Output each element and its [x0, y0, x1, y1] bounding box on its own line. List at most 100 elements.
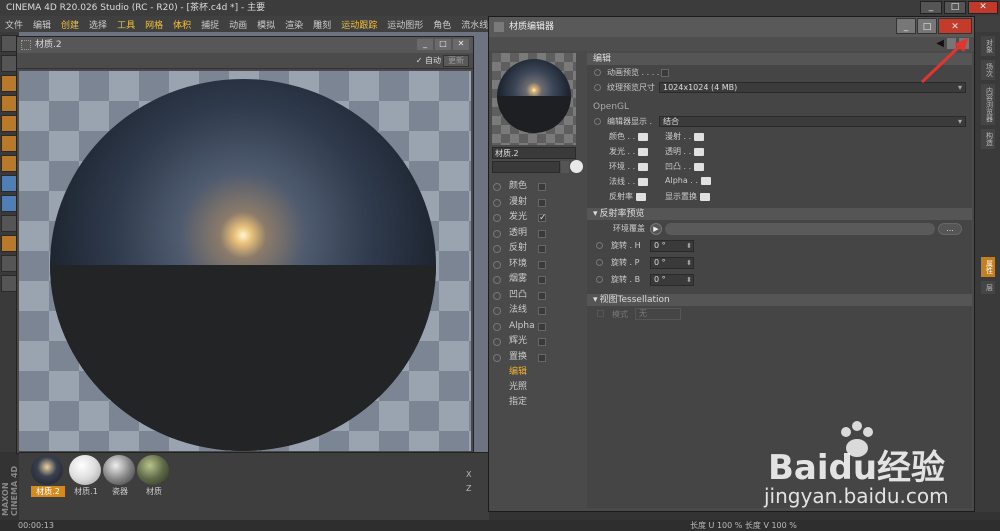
material-item-2[interactable]: 材质.2: [31, 455, 65, 497]
eye-icon[interactable]: [700, 192, 710, 201]
animate-dot-icon[interactable]: [493, 229, 501, 238]
eye-icon[interactable]: [694, 132, 705, 141]
gl-diffusion-toggle[interactable]: 漫射 . .: [665, 131, 705, 142]
channel-checkbox[interactable]: [538, 260, 546, 269]
menu-file[interactable]: 文件: [0, 18, 28, 31]
animate-dot-icon[interactable]: [493, 260, 501, 269]
gl-environment-toggle[interactable]: 环境 . .: [609, 161, 649, 172]
subpage-illumination[interactable]: 光照: [492, 380, 585, 395]
animate-dot-icon[interactable]: [493, 183, 501, 191]
channel-checkbox[interactable]: [538, 211, 547, 227]
eye-icon[interactable]: [694, 162, 705, 171]
environment-override-field[interactable]: [665, 223, 935, 235]
menu-create[interactable]: 创建: [56, 18, 84, 31]
preview-render-area[interactable]: [19, 71, 471, 451]
channel-diffusion[interactable]: 漫射: [492, 195, 585, 211]
editor-maximize-button[interactable]: □: [917, 18, 937, 34]
eye-icon[interactable]: [636, 192, 646, 201]
editor-minimize-button[interactable]: _: [896, 18, 916, 34]
animate-dot-icon[interactable]: [493, 353, 501, 362]
gl-bump-toggle[interactable]: 凹凸 . .: [665, 161, 705, 172]
channel-checkbox[interactable]: [538, 198, 546, 207]
play-icon[interactable]: ▶: [650, 223, 662, 235]
animate-dot-icon[interactable]: [594, 118, 601, 125]
rotation-p-input[interactable]: 0 °: [650, 257, 694, 269]
auto-update-checkbox[interactable]: ✓ 自动: [416, 55, 441, 66]
gl-normal-toggle[interactable]: 法线 . .: [609, 176, 649, 187]
channel-checkbox[interactable]: [538, 245, 546, 253]
editor-preview-box[interactable]: [492, 53, 576, 145]
menu-mograph[interactable]: 运动图形: [382, 18, 428, 31]
minimize-button[interactable]: _: [920, 1, 942, 14]
gl-display-displacement-toggle[interactable]: 显示置换: [665, 191, 710, 202]
animate-dot-icon[interactable]: [493, 214, 501, 222]
preview-minimize-button[interactable]: _: [417, 39, 433, 50]
material-search-field[interactable]: [492, 161, 560, 173]
search-arrow-icon[interactable]: [561, 161, 569, 173]
menu-simulate[interactable]: 模拟: [252, 18, 280, 31]
channel-checkbox[interactable]: [538, 291, 546, 300]
menu-edit[interactable]: 编辑: [28, 18, 56, 31]
channel-reflectance[interactable]: 反射: [492, 241, 585, 257]
animate-preview-checkbox[interactable]: [661, 69, 669, 77]
channel-checkbox[interactable]: [538, 307, 546, 315]
animate-dot-icon[interactable]: [493, 291, 501, 300]
channel-checkbox[interactable]: [538, 183, 546, 191]
animate-dot-icon[interactable]: [596, 276, 603, 283]
tessellation-checkbox[interactable]: [597, 310, 604, 317]
animate-dot-icon[interactable]: [493, 245, 501, 253]
channel-checkbox[interactable]: [538, 353, 546, 362]
picker-icon[interactable]: [570, 160, 583, 173]
tab-content-browser[interactable]: 内容浏览器: [980, 84, 995, 125]
menu-motion-tracking[interactable]: 运动跟踪: [336, 18, 382, 31]
animate-dot-icon[interactable]: [493, 322, 501, 331]
channel-alpha[interactable]: Alpha: [492, 319, 585, 335]
menu-volume[interactable]: 体积: [168, 18, 196, 31]
material-item-1[interactable]: 材质.1: [69, 455, 103, 497]
eye-icon[interactable]: [700, 176, 711, 185]
channel-displacement[interactable]: 置换: [492, 350, 585, 366]
editor-close-button[interactable]: ✕: [938, 18, 972, 34]
animate-dot-icon[interactable]: [493, 198, 501, 207]
channel-checkbox[interactable]: [538, 338, 546, 346]
maximize-button[interactable]: □: [944, 1, 966, 14]
tab-layers[interactable]: 层: [980, 281, 995, 294]
gl-color-toggle[interactable]: 颜色 . .: [609, 131, 649, 142]
tab-structure[interactable]: 构造: [980, 129, 995, 149]
menu-snap[interactable]: 捕捉: [196, 18, 224, 31]
preview-maximize-button[interactable]: □: [435, 39, 451, 50]
reflectance-preview-header[interactable]: ▾ 反射率预览: [587, 208, 972, 220]
material-item-porcelain[interactable]: 瓷器: [103, 455, 137, 497]
tab-objects[interactable]: 对象: [980, 36, 995, 56]
rotation-h-input[interactable]: 0 °: [650, 240, 694, 252]
menu-animate[interactable]: 动画: [224, 18, 252, 31]
preview-title-bar[interactable]: 材质.2 _ □ ✕: [17, 37, 473, 53]
eye-icon[interactable]: [694, 147, 705, 156]
channel-color[interactable]: 颜色: [492, 179, 585, 195]
menu-tools[interactable]: 工具: [112, 18, 140, 31]
channel-glow[interactable]: 辉光: [492, 334, 585, 350]
menu-sculpt[interactable]: 雕刻: [308, 18, 336, 31]
tab-attributes[interactable]: 属性: [980, 257, 995, 277]
animate-dot-icon[interactable]: [594, 84, 601, 91]
material-item-default[interactable]: 材质: [137, 455, 171, 497]
channel-bump[interactable]: 凹凸: [492, 288, 585, 304]
channel-luminance[interactable]: 发光: [492, 210, 585, 227]
subpage-editor[interactable]: 编辑: [492, 365, 585, 380]
preview-close-button[interactable]: ✕: [453, 39, 469, 50]
channel-checkbox[interactable]: [538, 276, 546, 284]
menu-character[interactable]: 角色: [428, 18, 456, 31]
animate-dot-icon[interactable]: [596, 242, 603, 249]
channel-checkbox[interactable]: [538, 229, 546, 238]
gl-alpha-toggle[interactable]: Alpha . .: [665, 176, 711, 185]
channel-fog[interactable]: 烟雾: [492, 272, 585, 288]
gl-reflectance-toggle[interactable]: 反射率: [609, 191, 646, 202]
browse-button[interactable]: ...: [938, 223, 962, 235]
material-name-field[interactable]: 材质.2: [492, 147, 576, 159]
editor-display-select[interactable]: 结合: [659, 116, 966, 127]
channel-normal[interactable]: 法线: [492, 303, 585, 319]
close-button[interactable]: ✕: [968, 1, 998, 14]
channel-checkbox[interactable]: [538, 322, 546, 331]
animate-dot-icon[interactable]: [594, 69, 601, 76]
gl-transparency-toggle[interactable]: 透明 . .: [665, 146, 705, 157]
